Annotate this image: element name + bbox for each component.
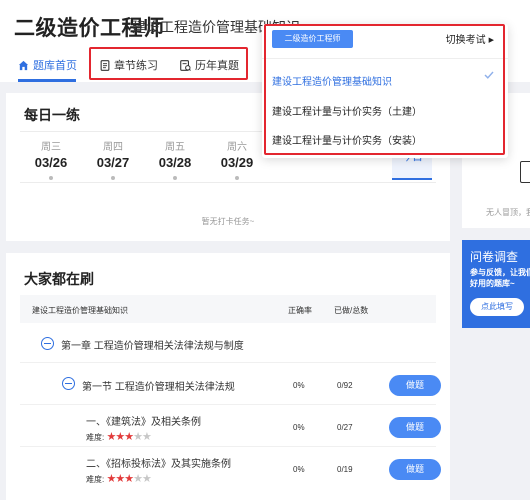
column-header-subject: 建设工程造价管理基础知识 <box>32 306 128 315</box>
survey-title: 问卷调查 <box>470 250 519 264</box>
chapter-name: 第一章 工程造价管理相关法律法规与制度 <box>61 341 244 352</box>
weekday-label: 周三 <box>41 142 61 153</box>
tab-label: 题库首页 <box>33 60 77 72</box>
subject-option[interactable]: 建设工程计量与计价实务（土建） <box>272 103 422 118</box>
star-icon: ★ <box>115 473 125 485</box>
date-label: 03/29 <box>220 155 254 170</box>
accuracy-value: 0% <box>293 381 305 390</box>
column-header-accuracy: 正确率 <box>288 306 312 315</box>
day-cell[interactable]: 周五 03/28 <box>144 132 206 184</box>
accuracy-value: 0% <box>293 465 305 474</box>
empty-state-icon <box>520 161 530 183</box>
no-task-message: 暂无打卡任务~ <box>201 217 255 226</box>
active-tab-indicator <box>18 79 76 82</box>
date-label: 03/27 <box>96 155 130 170</box>
day-cell[interactable]: 周六 03/29 <box>206 132 268 184</box>
survey-desc-line: 参与反馈，让我们 <box>470 268 530 277</box>
star-empty-icon: ★ <box>133 431 143 443</box>
empty-state-text: 无人冒顶，我 <box>486 208 530 217</box>
survey-desc-line: 好用的题库~ <box>470 279 515 288</box>
section-row[interactable]: 第一节 工程造价管理相关法律法规 0% 0/92 做题 <box>20 363 441 405</box>
done-total-value: 0/92 <box>337 381 353 390</box>
subject-option[interactable]: 建设工程造价管理基础知识 <box>272 73 392 88</box>
day-cell[interactable]: 周四 03/27 <box>82 132 144 184</box>
column-header-done-total: 已做/总数 <box>334 306 369 315</box>
tab-question-bank-home[interactable]: 题库首页 <box>18 56 77 76</box>
day-status-dot <box>111 176 115 180</box>
weekday-label: 周六 <box>227 142 247 153</box>
table-header: 建设工程造价管理基础知识 正确率 已做/总数 <box>20 295 436 323</box>
daily-practice-title: 每日一练 <box>24 107 80 123</box>
exam-switch-dropdown: 二级造价工程师 切换考试 ▶ 建设工程造价管理基础知识 建设工程计量与计价实务（土… <box>262 24 508 158</box>
star-icon: ★ <box>115 431 125 443</box>
difficulty-rating: 难度: ★★★★★ <box>86 430 152 443</box>
exam-level-button[interactable]: 二级造价工程师 <box>272 30 353 48</box>
weekday-label: 周四 <box>103 142 123 153</box>
day-status-dot <box>235 176 239 180</box>
difficulty-label: 难度: <box>86 475 105 484</box>
knowledge-point-name: 二、《招标投标法》及其实施条例 <box>86 459 231 470</box>
popular-practice-title: 大家都在刷 <box>24 271 94 287</box>
difficulty-rating: 难度: ★★★★★ <box>86 472 152 485</box>
dropdown-divider <box>262 58 508 59</box>
tabs-highlight-box <box>89 47 248 80</box>
star-icon: ★ <box>106 473 116 485</box>
knowledge-point-row[interactable]: 二、《招标投标法》及其实施条例 难度: ★★★★★ 0% 0/19 做题 <box>20 447 441 491</box>
day-status-dot <box>49 176 53 180</box>
survey-card: 问卷调查 参与反馈，让我们 好用的题库~ 点此填写 <box>462 240 530 328</box>
collapse-icon[interactable] <box>41 337 54 350</box>
collapse-icon[interactable] <box>62 377 75 390</box>
home-icon <box>18 60 29 71</box>
do-questions-button[interactable]: 做题 <box>389 417 441 438</box>
star-icon: ★ <box>124 473 134 485</box>
weekday-label: 周五 <box>165 142 185 153</box>
switch-exam-label: 切换考试 <box>445 35 486 46</box>
do-questions-button[interactable]: 做题 <box>389 459 441 480</box>
star-empty-icon: ★ <box>133 473 143 485</box>
difficulty-label: 难度: <box>86 433 105 442</box>
done-total-value: 0/19 <box>337 465 353 474</box>
chapter-row[interactable]: 第一章 工程造价管理相关法律法规与制度 <box>20 325 436 363</box>
star-icon: ★ <box>106 431 116 443</box>
date-label: 03/28 <box>158 155 192 170</box>
day-status-dot <box>173 176 177 180</box>
accuracy-value: 0% <box>293 423 305 432</box>
popular-practice-panel: 大家都在刷 建设工程造价管理基础知识 正确率 已做/总数 第一章 工程造价管理相… <box>6 253 450 500</box>
switch-exam-link[interactable]: 切换考试 ▶ <box>446 31 494 46</box>
knowledge-point-name: 一、《建筑法》及相关条例 <box>86 417 201 428</box>
done-total-value: 0/27 <box>337 423 353 432</box>
star-icon: ★ <box>124 431 134 443</box>
date-label: 03/26 <box>34 155 68 170</box>
do-questions-button[interactable]: 做题 <box>389 375 441 396</box>
subject-option[interactable]: 建设工程计量与计价实务（安装） <box>272 132 422 147</box>
checkmark-icon <box>484 71 494 79</box>
knowledge-point-row[interactable]: 一、《建筑法》及相关条例 难度: ★★★★★ 0% 0/27 做题 <box>20 405 441 447</box>
section-name: 第一节 工程造价管理相关法律法规 <box>82 382 235 393</box>
day-cell[interactable]: 周三 03/26 <box>20 132 82 184</box>
survey-description: 参与反馈，让我们 好用的题库~ <box>470 267 530 289</box>
caret-right-icon: ▶ <box>488 37 494 44</box>
star-empty-icon: ★ <box>141 431 152 443</box>
star-empty-icon: ★ <box>141 473 152 485</box>
fill-survey-button[interactable]: 点此填写 <box>470 298 524 316</box>
